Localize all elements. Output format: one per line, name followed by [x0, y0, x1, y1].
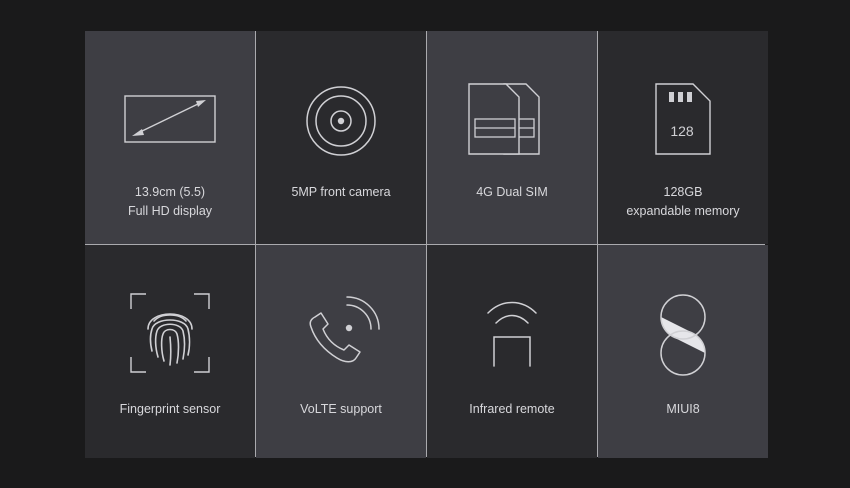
miui-logo-icon	[660, 294, 706, 376]
feature-tile-volte: VoLTE support	[256, 245, 426, 458]
feature-caption: 4G Dual SIM	[427, 183, 597, 202]
feature-caption-line1: Fingerprint sensor	[119, 402, 221, 416]
feature-caption: 5MP front camera	[256, 183, 426, 202]
sd-card-icon: 128	[655, 83, 711, 155]
feature-caption-line2: expandable memory	[626, 204, 740, 218]
feature-caption: Infrared remote	[427, 400, 597, 419]
infrared-remote-icon	[487, 301, 537, 367]
feature-caption-line1: 128GB	[663, 185, 703, 199]
feature-caption-line1: 13.9cm (5.5)	[134, 185, 206, 199]
feature-caption: VoLTE support	[256, 400, 426, 419]
feature-tile-fingerprint: Fingerprint sensor	[85, 245, 255, 458]
feature-tile-miui: MIUI8	[598, 245, 768, 458]
feature-caption: 128GB expandable memory	[598, 183, 768, 221]
feature-tile-memory: 128 128GB expandable memory	[598, 31, 768, 244]
feature-tile-display: 13.9cm (5.5) Full HD display	[85, 31, 255, 244]
feature-grid: 13.9cm (5.5) Full HD display 5MP front c…	[85, 31, 768, 458]
display-diagonal-icon	[124, 95, 216, 143]
feature-tile-infrared: Infrared remote	[427, 245, 597, 458]
feature-tile-dual-sim: 4G Dual SIM	[427, 31, 597, 244]
camera-lens-icon	[306, 86, 376, 156]
feature-caption-line1: MIUI8	[666, 402, 700, 416]
feature-caption-line2: Full HD display	[127, 204, 213, 218]
feature-caption: 13.9cm (5.5) Full HD display	[85, 183, 255, 221]
volte-phone-icon	[309, 296, 380, 363]
feature-caption-line1: VoLTE support	[300, 402, 382, 416]
dual-sim-icon	[468, 83, 540, 155]
feature-caption-line1: 4G Dual SIM	[476, 185, 548, 199]
feature-caption-line1: Infrared remote	[469, 402, 555, 416]
feature-caption-line1: 5MP front camera	[291, 185, 391, 199]
feature-caption: MIUI8	[598, 400, 768, 419]
fingerprint-icon	[130, 293, 210, 373]
sd-card-label: 128	[670, 123, 694, 139]
feature-caption: Fingerprint sensor	[85, 400, 255, 419]
feature-tile-camera: 5MP front camera	[256, 31, 426, 244]
